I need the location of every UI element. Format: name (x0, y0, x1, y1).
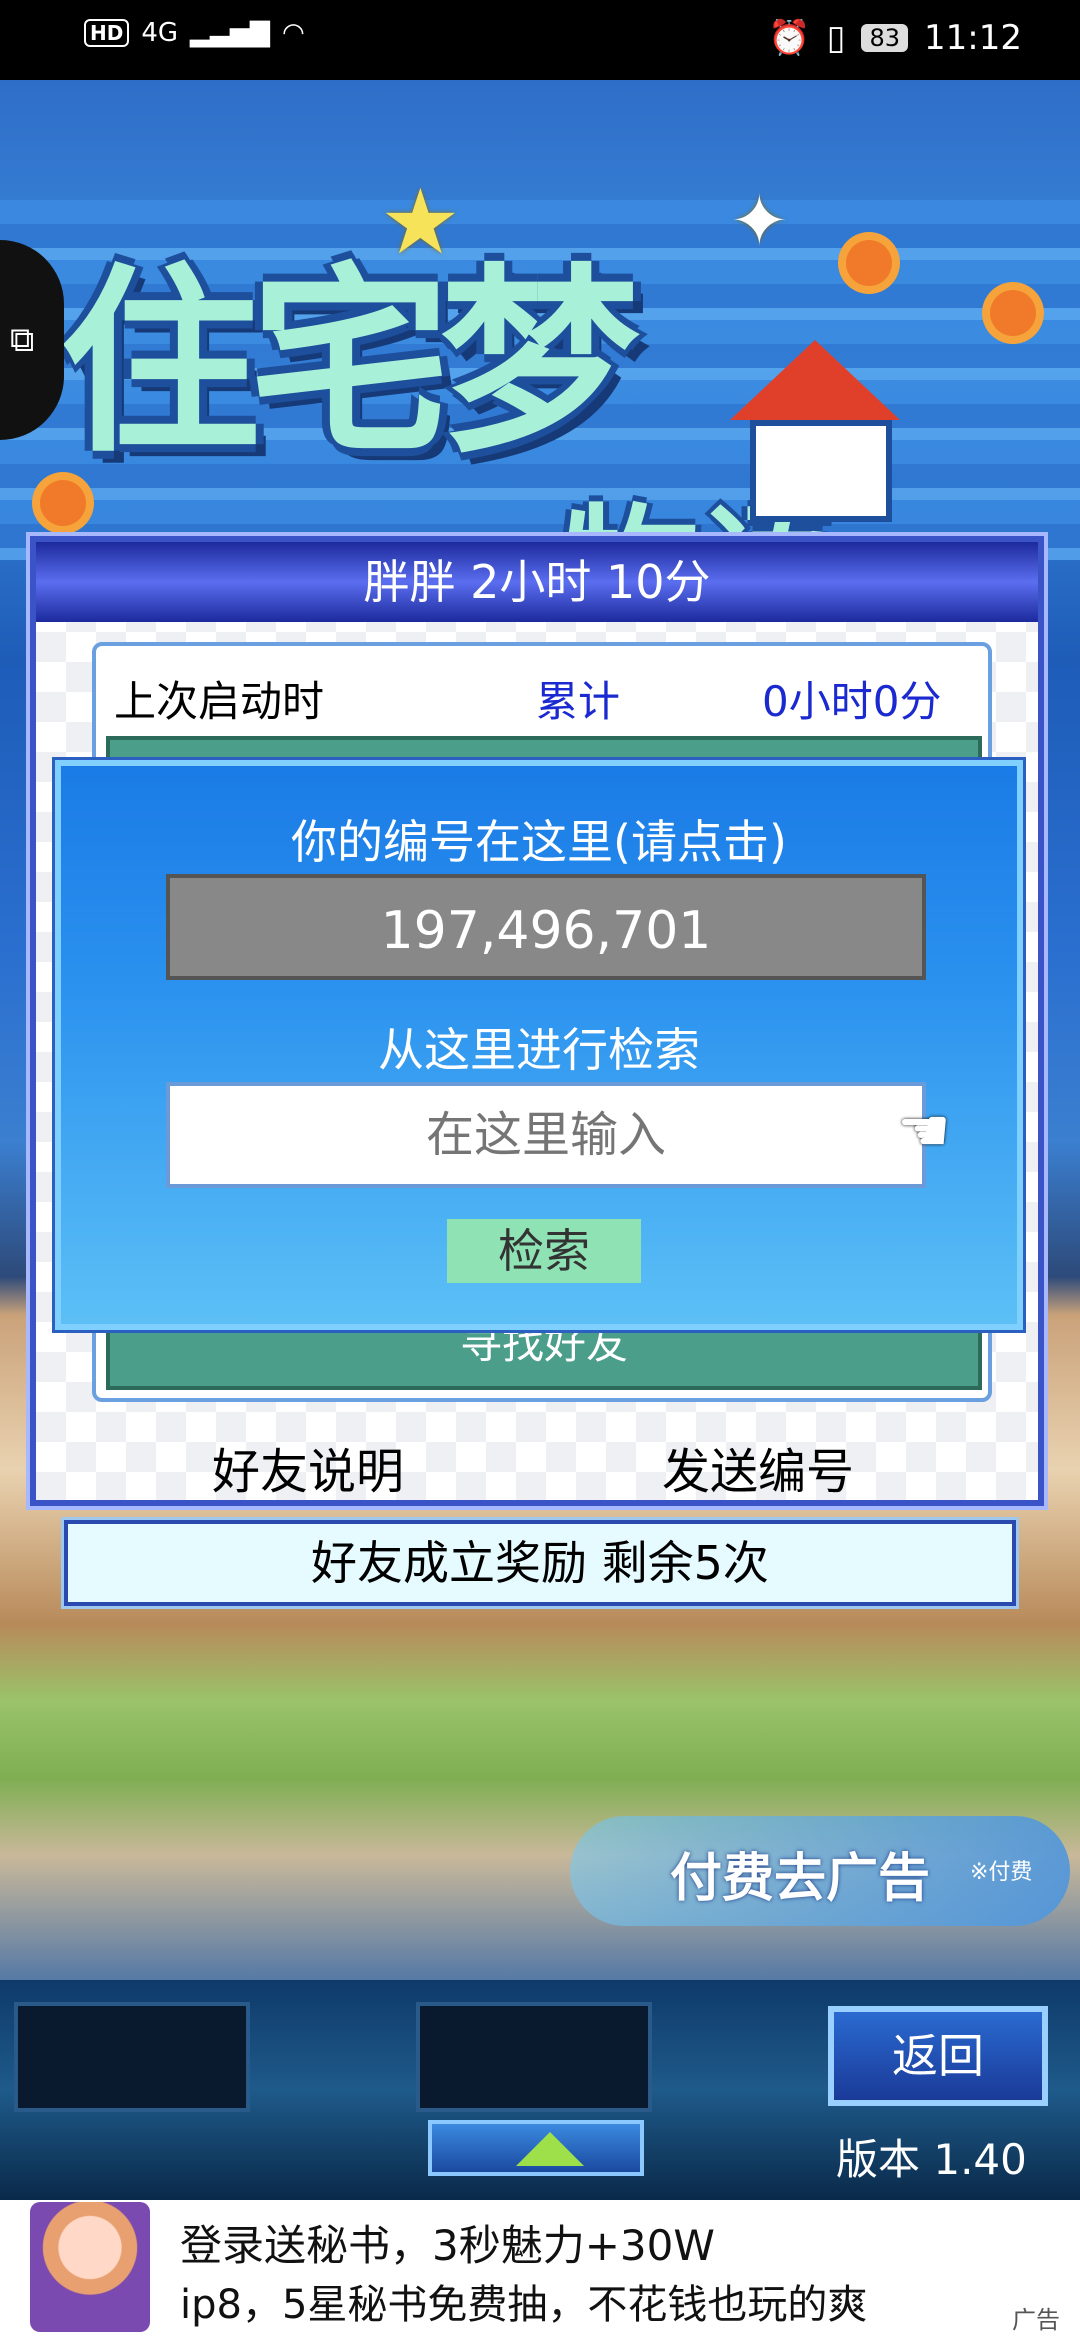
flower-icon (990, 290, 1036, 336)
alarm-icon: ⏰ (768, 18, 811, 58)
network-label: 4G (141, 18, 179, 48)
dialog-title: 你的编号在这里(请点击) (291, 815, 787, 869)
star-icon: ★ (380, 170, 461, 275)
battery-indicator: 83 (861, 24, 909, 52)
ad-description: ip8，5星秘书免费抽，不花钱也玩的爽 (180, 2282, 868, 2328)
send-id-link[interactable]: 发送编号 (662, 1432, 854, 1502)
nav-slot-center[interactable] (416, 2002, 652, 2112)
sparkle-icon: ✦ (730, 180, 789, 262)
expand-up-button[interactable] (428, 2120, 644, 2176)
friend-id-dialog: 你的编号在这里(请点击) 197,496,701 从这里进行检索 ☚ 检索 (55, 760, 1023, 1330)
status-left: HD 4G ▂▃▅▇ ◠ (84, 18, 305, 48)
ad-banner[interactable]: 登录送秘书，3秒魅力+30W ip8，5星秘书免费抽，不花钱也玩的爽 广告 (0, 2200, 1080, 2340)
total-value: 0小时0分 (762, 677, 942, 726)
remove-ads-button[interactable]: 付费去广告 ※付费 (570, 1816, 1070, 1926)
clock: 11:12 (924, 18, 1022, 58)
hd-icon: HD (84, 19, 130, 47)
total-label: 累计 (536, 677, 621, 726)
remove-ads-label: 付费去广告 (670, 1849, 931, 1909)
flower-icon (846, 240, 892, 286)
friend-help-link[interactable]: 好友说明 (212, 1432, 404, 1502)
nav-slot-left[interactable] (14, 2002, 250, 2112)
pointing-hand-icon: ☚ (897, 1096, 951, 1166)
game-logo-title: 住宅梦 (60, 247, 640, 480)
arrow-up-icon (516, 2132, 584, 2166)
back-button[interactable]: 返回 (828, 2006, 1048, 2106)
puzzle-icon: ⧉ (10, 320, 35, 360)
player-id-box[interactable]: 197,496,701 (166, 874, 926, 980)
search-input[interactable] (166, 1082, 926, 1188)
game-nav-bar: 返回 版本 1.40 (0, 1980, 1080, 2200)
search-label: 从这里进行检索 (378, 1023, 700, 1077)
wifi-icon: ◠ (282, 18, 305, 48)
ad-headline: 登录送秘书，3秒魅力+30W (180, 2221, 715, 2270)
house-icon (730, 340, 900, 522)
last-launch-label: 上次启动时 (114, 677, 325, 726)
status-bar: HD 4G ▂▃▅▇ ◠ ⏰ ▯ 83 11:12 (0, 0, 1080, 80)
search-button[interactable]: 检索 (447, 1219, 641, 1283)
signal-icon: ▂▃▅▇ (190, 18, 271, 48)
remove-ads-sub: ※付费 (970, 1860, 1033, 1885)
status-right: ⏰ ▯ 83 11:12 (768, 18, 1022, 58)
panel-title: 胖胖 2小时 10分 (36, 542, 1038, 622)
ad-tag: 广告 (1012, 2306, 1060, 2334)
version-label: 版本 1.40 (836, 2135, 1027, 2184)
house-roof (730, 340, 900, 420)
house-body (750, 420, 892, 522)
vibrate-icon: ▯ (826, 18, 846, 58)
flower-icon (40, 480, 86, 526)
ad-avatar (30, 2202, 150, 2332)
friend-reward-bar: 好友成立奖励 剩余5次 (64, 1520, 1016, 1606)
